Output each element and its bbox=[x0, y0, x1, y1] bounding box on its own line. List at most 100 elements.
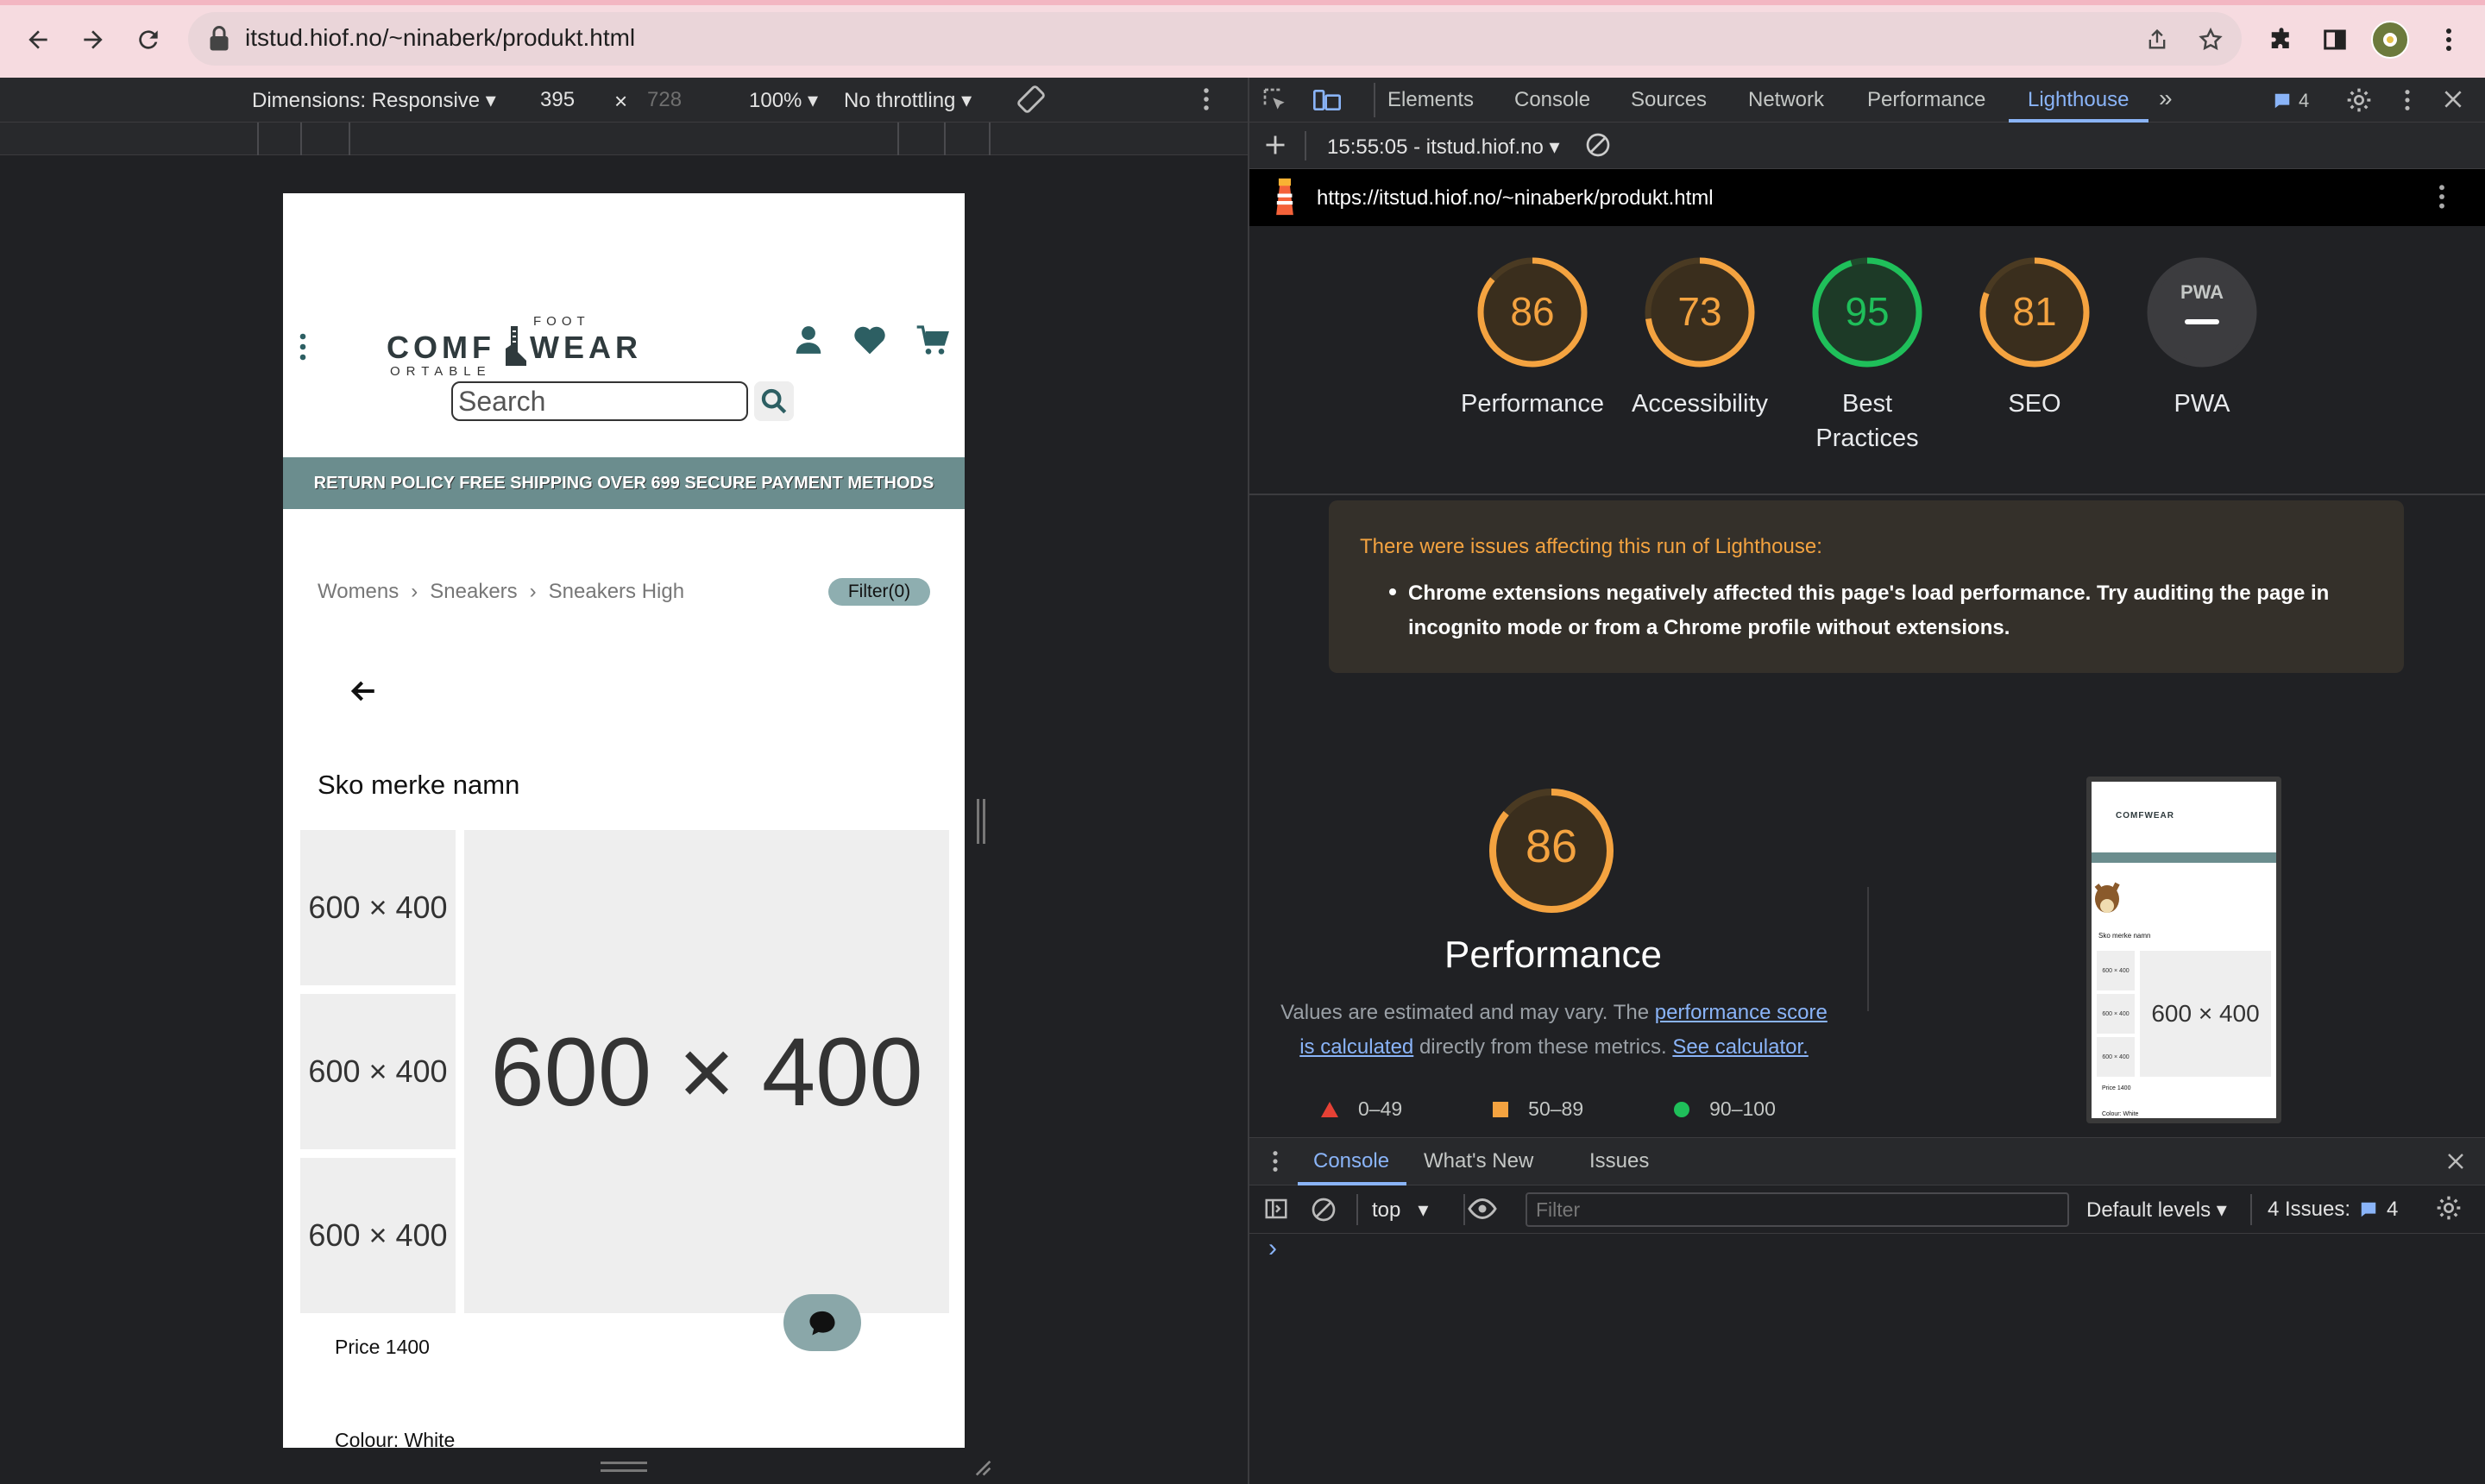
divider bbox=[1305, 131, 1306, 160]
report-menu-icon[interactable] bbox=[2438, 183, 2445, 215]
drawer-tab-whats-new[interactable]: What's New bbox=[1424, 1149, 1533, 1173]
devtools-menu-icon[interactable] bbox=[2404, 88, 2411, 116]
tab-console[interactable]: Console bbox=[1514, 88, 1590, 112]
console-filter-input[interactable]: Filter bbox=[1526, 1192, 2069, 1227]
tab-sources[interactable]: Sources bbox=[1631, 88, 1707, 112]
shoe-logo-icon bbox=[502, 323, 528, 372]
report-select[interactable]: 15:55:05 - itstud.hiof.no ▾ bbox=[1327, 135, 1560, 160]
thumbnail-image[interactable]: 600 × 400 bbox=[300, 830, 456, 985]
legend-average: 50–89 bbox=[1528, 1097, 1584, 1120]
tab-lighthouse[interactable]: Lighthouse bbox=[2028, 88, 2129, 112]
search-input[interactable]: Search bbox=[451, 381, 748, 421]
score-label: Performance bbox=[1460, 390, 1604, 418]
ruler-tick bbox=[300, 123, 302, 155]
share-icon[interactable] bbox=[2138, 21, 2176, 59]
divider bbox=[1249, 494, 2485, 495]
cart-icon[interactable] bbox=[915, 323, 951, 362]
resize-handle-right[interactable] bbox=[977, 799, 985, 844]
clear-report-icon[interactable] bbox=[1584, 131, 1612, 163]
filter-button[interactable]: Filter(0) bbox=[828, 578, 930, 606]
message-icon bbox=[2274, 93, 2290, 109]
divider bbox=[1374, 83, 1375, 117]
ruler-tick bbox=[989, 123, 991, 155]
breadcrumb-separator: › bbox=[529, 580, 537, 603]
extensions-puzzle-icon[interactable] bbox=[2262, 21, 2300, 59]
user-icon[interactable] bbox=[792, 323, 825, 362]
dimensions-select[interactable]: Dimensions: Responsive ▾ bbox=[252, 88, 496, 113]
drawer-tab-issues[interactable]: Issues bbox=[1589, 1149, 1649, 1173]
log-levels-select[interactable]: Default levels ▾ bbox=[2086, 1198, 2227, 1223]
score-gauge[interactable]: 81 bbox=[1978, 255, 2092, 369]
height-input[interactable]: 728 bbox=[647, 88, 682, 112]
legend-fail: 0–49 bbox=[1358, 1097, 1403, 1120]
score-gauge[interactable]: 86 bbox=[1475, 255, 1589, 369]
score-label: Accessibility bbox=[1632, 390, 1768, 418]
profile-avatar[interactable] bbox=[2371, 21, 2409, 59]
score-gauge[interactable]: 95 bbox=[1810, 255, 1924, 369]
heart-icon[interactable] bbox=[852, 324, 887, 360]
search-button[interactable] bbox=[754, 381, 794, 421]
drawer-tab-console[interactable]: Console bbox=[1313, 1149, 1389, 1173]
breadcrumb-item-sneakers[interactable]: Sneakers bbox=[430, 580, 517, 604]
final-screenshot-thumbnail[interactable]: COMFWEAR Sko merke namn 600 × 400 600 × … bbox=[2086, 777, 2281, 1123]
see-calculator-link[interactable]: See calculator. bbox=[1672, 1035, 1808, 1059]
more-tabs-icon[interactable]: » bbox=[2159, 85, 2173, 112]
thumbnail-image[interactable]: 600 × 400 bbox=[300, 994, 456, 1149]
chat-button[interactable] bbox=[783, 1294, 861, 1351]
drawer-menu-icon[interactable] bbox=[1272, 1149, 1279, 1178]
console-issues-button[interactable]: 4 Issues: 4 bbox=[2268, 1198, 2398, 1222]
thumb-small-image: 600 × 400 bbox=[2097, 951, 2135, 990]
score-label: PWA bbox=[2174, 390, 2230, 418]
resize-handle-bottom[interactable] bbox=[601, 1462, 647, 1472]
device-toggle-icon[interactable] bbox=[1312, 86, 1343, 118]
score-value: 95 bbox=[1845, 289, 1890, 334]
tab-network[interactable]: Network bbox=[1748, 88, 1824, 112]
zoom-select[interactable]: 100% ▾ bbox=[749, 88, 818, 113]
thumbnail-image[interactable]: 600 × 400 bbox=[300, 1158, 456, 1313]
thumb-small-image: 600 × 400 bbox=[2097, 994, 2135, 1034]
close-drawer-icon[interactable] bbox=[2445, 1151, 2466, 1176]
rotate-icon[interactable] bbox=[1015, 83, 1047, 120]
new-report-plus-icon[interactable] bbox=[1263, 133, 1287, 161]
clear-console-icon[interactable] bbox=[1310, 1196, 1337, 1228]
width-input[interactable]: 395 bbox=[540, 88, 575, 112]
forward-button[interactable] bbox=[74, 21, 112, 59]
tab-elements[interactable]: Elements bbox=[1387, 88, 1474, 112]
browser-menu-icon[interactable] bbox=[2430, 21, 2468, 59]
console-settings-icon[interactable] bbox=[2435, 1194, 2463, 1226]
reload-button[interactable] bbox=[129, 21, 167, 59]
times-sign: × bbox=[614, 88, 628, 114]
average-square-icon bbox=[1493, 1101, 1509, 1117]
sidebar-toggle-icon[interactable] bbox=[1263, 1196, 1289, 1226]
score-gauge[interactable]: PWA bbox=[2145, 255, 2259, 369]
score-gauge[interactable]: 73 bbox=[1643, 255, 1757, 369]
breadcrumb-item-womens[interactable]: Womens bbox=[318, 580, 399, 604]
logo-left-text: COMF bbox=[387, 330, 495, 365]
side-panel-icon[interactable] bbox=[2316, 21, 2354, 59]
divider bbox=[1463, 1194, 1465, 1225]
score-value: 81 bbox=[2012, 289, 2057, 334]
levels-label: Default levels bbox=[2086, 1198, 2211, 1222]
live-expression-eye-icon[interactable] bbox=[1467, 1196, 1498, 1226]
console-prompt[interactable]: › bbox=[1268, 1234, 1277, 1263]
dimensions-label: Dimensions: Responsive bbox=[252, 89, 481, 112]
issues-indicator[interactable]: 4 bbox=[2273, 90, 2309, 112]
back-arrow-icon[interactable] bbox=[349, 676, 378, 710]
device-menu-icon[interactable] bbox=[1203, 86, 1210, 116]
close-devtools-icon[interactable] bbox=[2442, 88, 2464, 115]
settings-gear-icon[interactable] bbox=[2345, 86, 2373, 118]
resize-corner-icon[interactable] bbox=[970, 1455, 992, 1481]
tab-performance[interactable]: Performance bbox=[1867, 88, 1985, 112]
inspect-element-icon[interactable] bbox=[1261, 86, 1289, 118]
reload-icon bbox=[139, 30, 158, 49]
breadcrumb-separator: › bbox=[411, 580, 418, 603]
context-select[interactable]: top ▾ bbox=[1372, 1198, 1428, 1223]
breadcrumb-item-sneakers-high[interactable]: Sneakers High bbox=[549, 580, 684, 604]
back-button[interactable] bbox=[19, 21, 57, 59]
bookmark-star-icon[interactable] bbox=[2192, 21, 2230, 59]
menu-dots-icon[interactable] bbox=[299, 331, 307, 367]
logo[interactable]: FOOT COMF WEAR ORTABLE bbox=[387, 312, 638, 385]
pwa-dash-icon bbox=[2185, 319, 2219, 324]
thumb-price: Price 1400 bbox=[2102, 1085, 2131, 1091]
throttling-select[interactable]: No throttling ▾ bbox=[844, 88, 972, 113]
